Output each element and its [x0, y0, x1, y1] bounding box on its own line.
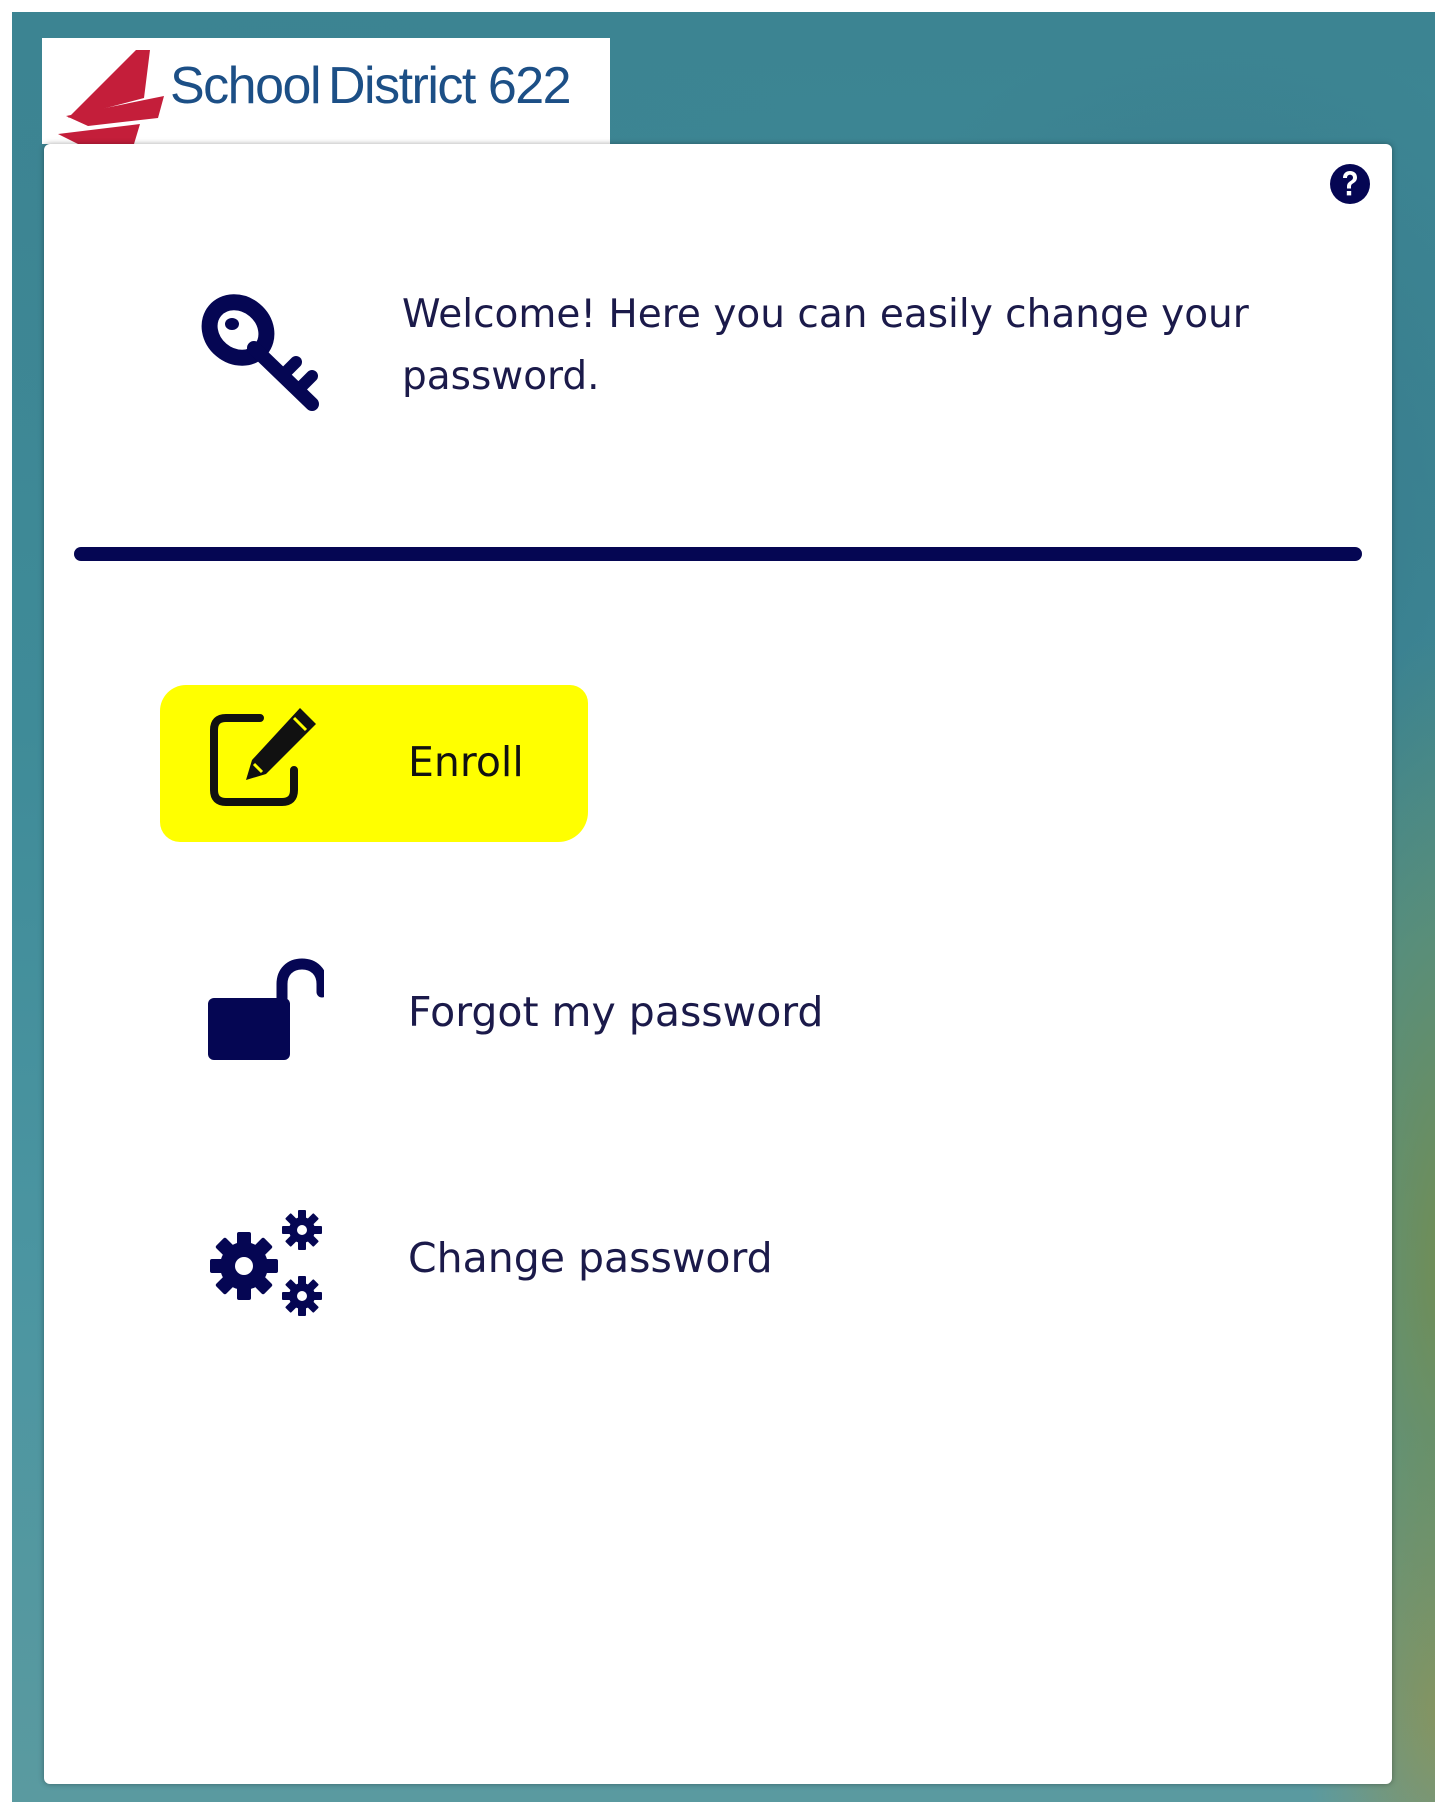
- logo-text-district: District 622: [328, 57, 572, 115]
- change-password-option[interactable]: Change password: [144, 1180, 1044, 1320]
- forgot-password-label: Forgot my password: [408, 988, 824, 1036]
- key-icon: [201, 294, 319, 411]
- district-logo: School District 622: [42, 38, 610, 144]
- change-password-label: Change password: [408, 1234, 773, 1282]
- unlock-icon: [208, 958, 324, 1060]
- welcome-message: Welcome! Here you can easily change your…: [402, 292, 1249, 399]
- logo-text-school: School: [170, 57, 322, 115]
- forgot-password-option[interactable]: Forgot my password: [144, 934, 1044, 1074]
- edit-square-icon: [210, 708, 316, 806]
- question-circle-icon[interactable]: [1328, 162, 1372, 206]
- password-portal-card: Welcome! Here you can easily change your…: [44, 144, 1392, 1784]
- enroll-option[interactable]: Enroll: [144, 684, 1044, 824]
- logo-mark-icon: [58, 50, 164, 144]
- section-divider: [74, 547, 1362, 561]
- enroll-label: Enroll: [408, 738, 524, 786]
- gears-icon: [210, 1210, 322, 1316]
- logo-text: School District 622: [170, 57, 572, 115]
